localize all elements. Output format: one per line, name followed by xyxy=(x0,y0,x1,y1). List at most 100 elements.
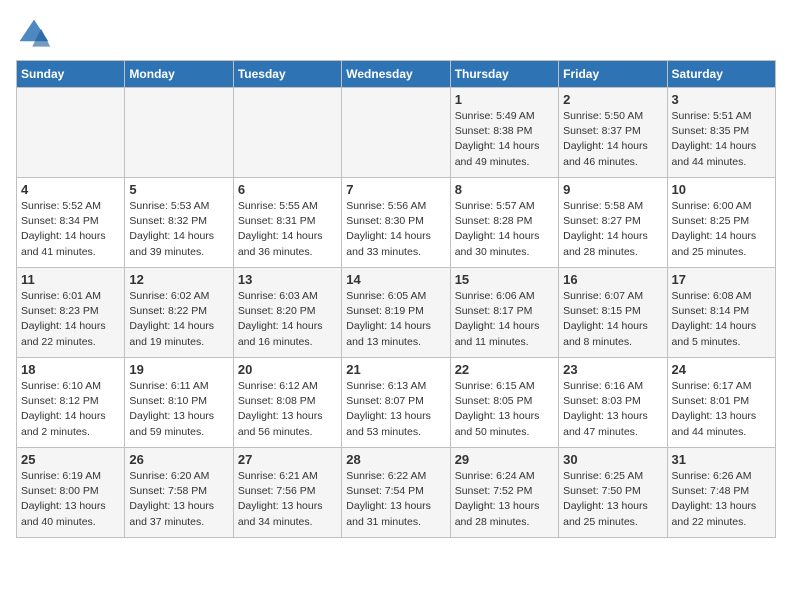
day-info: Sunrise: 6:25 AM Sunset: 7:50 PM Dayligh… xyxy=(563,469,662,530)
day-of-week-header: Wednesday xyxy=(342,61,450,88)
day-info: Sunrise: 5:51 AM Sunset: 8:35 PM Dayligh… xyxy=(672,109,771,170)
day-number: 13 xyxy=(238,272,337,287)
day-info: Sunrise: 6:17 AM Sunset: 8:01 PM Dayligh… xyxy=(672,379,771,440)
calendar-day-cell: 22Sunrise: 6:15 AM Sunset: 8:05 PM Dayli… xyxy=(450,358,558,448)
day-number: 22 xyxy=(455,362,554,377)
day-number: 21 xyxy=(346,362,445,377)
calendar-day-cell: 13 Sunrise: 6:03 AM Sunset: 8:20 PM Dayli… xyxy=(233,268,341,358)
day-info: Sunrise: 6:24 AM Sunset: 7:52 PM Dayligh… xyxy=(455,469,554,530)
calendar-day-cell: 20 Sunrise: 6:12 AM Sunset: 8:08 PM Dayli… xyxy=(233,358,341,448)
calendar-week-row: 18 Sunrise: 6:10 AM Sunset: 8:12 PM Dayli… xyxy=(17,358,776,448)
calendar-day-cell xyxy=(125,88,233,178)
day-info: Sunrise: 5:58 AM Sunset: 8:27 PM Dayligh… xyxy=(563,199,662,260)
day-info: Sunrise: 5:57 AM Sunset: 8:28 PM Dayligh… xyxy=(455,199,554,260)
day-info: Sunrise: 6:05 AM Sunset: 8:19 PM Dayligh… xyxy=(346,289,445,350)
calendar-week-row: 11 Sunrise: 6:01 AM Sunset: 8:23 PM Dayli… xyxy=(17,268,776,358)
calendar-day-cell: 30 Sunrise: 6:25 AM Sunset: 7:50 PM Dayli… xyxy=(559,448,667,538)
logo-icon xyxy=(16,16,52,52)
day-number: 28 xyxy=(346,452,445,467)
day-info: Sunrise: 6:10 AM Sunset: 8:12 PM Dayligh… xyxy=(21,379,120,440)
day-number: 20 xyxy=(238,362,337,377)
day-number: 9 xyxy=(563,182,662,197)
calendar-day-cell: 18 Sunrise: 6:10 AM Sunset: 8:12 PM Dayli… xyxy=(17,358,125,448)
day-info: Sunrise: 6:11 AM Sunset: 8:10 PM Dayligh… xyxy=(129,379,228,440)
calendar-day-cell: 10 Sunrise: 6:00 AM Sunset: 8:25 PM Dayli… xyxy=(667,178,775,268)
day-info: Sunrise: 6:20 AM Sunset: 7:58 PM Dayligh… xyxy=(129,469,228,530)
day-info: Sunrise: 6:21 AM Sunset: 7:56 PM Dayligh… xyxy=(238,469,337,530)
calendar-day-cell: 9 Sunrise: 5:58 AM Sunset: 8:27 PM Daylig… xyxy=(559,178,667,268)
day-info: Sunrise: 6:07 AM Sunset: 8:15 PM Dayligh… xyxy=(563,289,662,350)
calendar-day-cell xyxy=(342,88,450,178)
calendar-day-cell: 8 Sunrise: 5:57 AM Sunset: 8:28 PM Daylig… xyxy=(450,178,558,268)
calendar-table: SundayMondayTuesdayWednesdayThursdayFrid… xyxy=(16,60,776,538)
calendar-day-cell: 23 Sunrise: 6:16 AM Sunset: 8:03 PM Dayli… xyxy=(559,358,667,448)
calendar-day-cell xyxy=(233,88,341,178)
day-info: Sunrise: 6:03 AM Sunset: 8:20 PM Dayligh… xyxy=(238,289,337,350)
calendar-week-row: 25 Sunrise: 6:19 AM Sunset: 8:00 PM Dayli… xyxy=(17,448,776,538)
day-of-week-header: Thursday xyxy=(450,61,558,88)
calendar-day-cell: 17 Sunrise: 6:08 AM Sunset: 8:14 PM Dayli… xyxy=(667,268,775,358)
day-info: Sunrise: 6:00 AM Sunset: 8:25 PM Dayligh… xyxy=(672,199,771,260)
day-info: Sunrise: 6:19 AM Sunset: 8:00 PM Dayligh… xyxy=(21,469,120,530)
calendar-day-cell: 28 Sunrise: 6:22 AM Sunset: 7:54 PM Dayli… xyxy=(342,448,450,538)
day-number: 10 xyxy=(672,182,771,197)
calendar-day-cell: 31Sunrise: 6:26 AM Sunset: 7:48 PM Dayli… xyxy=(667,448,775,538)
calendar-week-row: 1Sunrise: 5:49 AM Sunset: 8:38 PM Daylig… xyxy=(17,88,776,178)
day-info: Sunrise: 6:06 AM Sunset: 8:17 PM Dayligh… xyxy=(455,289,554,350)
calendar-day-cell: 29 Sunrise: 6:24 AM Sunset: 7:52 PM Dayli… xyxy=(450,448,558,538)
day-of-week-header: Monday xyxy=(125,61,233,88)
day-number: 26 xyxy=(129,452,228,467)
day-number: 29 xyxy=(455,452,554,467)
calendar-day-cell xyxy=(17,88,125,178)
calendar-day-cell: 12Sunrise: 6:02 AM Sunset: 8:22 PM Dayli… xyxy=(125,268,233,358)
day-number: 11 xyxy=(21,272,120,287)
day-number: 3 xyxy=(672,92,771,107)
day-info: Sunrise: 6:22 AM Sunset: 7:54 PM Dayligh… xyxy=(346,469,445,530)
day-info: Sunrise: 6:16 AM Sunset: 8:03 PM Dayligh… xyxy=(563,379,662,440)
day-of-week-header: Friday xyxy=(559,61,667,88)
logo xyxy=(16,16,56,52)
day-number: 25 xyxy=(21,452,120,467)
calendar-day-cell: 25 Sunrise: 6:19 AM Sunset: 8:00 PM Dayli… xyxy=(17,448,125,538)
calendar-day-cell: 19 Sunrise: 6:11 AM Sunset: 8:10 PM Dayli… xyxy=(125,358,233,448)
day-info: Sunrise: 6:12 AM Sunset: 8:08 PM Dayligh… xyxy=(238,379,337,440)
day-number: 14 xyxy=(346,272,445,287)
day-number: 7 xyxy=(346,182,445,197)
calendar-day-cell: 6 Sunrise: 5:55 AM Sunset: 8:31 PM Daylig… xyxy=(233,178,341,268)
day-info: Sunrise: 5:52 AM Sunset: 8:34 PM Dayligh… xyxy=(21,199,120,260)
day-number: 23 xyxy=(563,362,662,377)
day-number: 8 xyxy=(455,182,554,197)
day-number: 5 xyxy=(129,182,228,197)
calendar-day-cell: 24Sunrise: 6:17 AM Sunset: 8:01 PM Dayli… xyxy=(667,358,775,448)
day-info: Sunrise: 6:08 AM Sunset: 8:14 PM Dayligh… xyxy=(672,289,771,350)
day-number: 19 xyxy=(129,362,228,377)
day-info: Sunrise: 6:01 AM Sunset: 8:23 PM Dayligh… xyxy=(21,289,120,350)
day-number: 15 xyxy=(455,272,554,287)
calendar-day-cell: 21 Sunrise: 6:13 AM Sunset: 8:07 PM Dayli… xyxy=(342,358,450,448)
calendar-day-cell: 27 Sunrise: 6:21 AM Sunset: 7:56 PM Dayli… xyxy=(233,448,341,538)
calendar-day-cell: 2Sunrise: 5:50 AM Sunset: 8:37 PM Daylig… xyxy=(559,88,667,178)
day-number: 4 xyxy=(21,182,120,197)
day-of-week-header: Saturday xyxy=(667,61,775,88)
day-of-week-header: Sunday xyxy=(17,61,125,88)
day-number: 27 xyxy=(238,452,337,467)
calendar-day-cell: 15 Sunrise: 6:06 AM Sunset: 8:17 PM Dayli… xyxy=(450,268,558,358)
day-number: 31 xyxy=(672,452,771,467)
calendar-header-row: SundayMondayTuesdayWednesdayThursdayFrid… xyxy=(17,61,776,88)
calendar-day-cell: 4 Sunrise: 5:52 AM Sunset: 8:34 PM Daylig… xyxy=(17,178,125,268)
day-number: 17 xyxy=(672,272,771,287)
day-number: 16 xyxy=(563,272,662,287)
calendar-day-cell: 7 Sunrise: 5:56 AM Sunset: 8:30 PM Daylig… xyxy=(342,178,450,268)
day-info: Sunrise: 5:53 AM Sunset: 8:32 PM Dayligh… xyxy=(129,199,228,260)
day-info: Sunrise: 5:55 AM Sunset: 8:31 PM Dayligh… xyxy=(238,199,337,260)
day-info: Sunrise: 6:13 AM Sunset: 8:07 PM Dayligh… xyxy=(346,379,445,440)
day-number: 18 xyxy=(21,362,120,377)
calendar-week-row: 4 Sunrise: 5:52 AM Sunset: 8:34 PM Daylig… xyxy=(17,178,776,268)
day-number: 6 xyxy=(238,182,337,197)
day-info: Sunrise: 5:50 AM Sunset: 8:37 PM Dayligh… xyxy=(563,109,662,170)
day-info: Sunrise: 6:02 AM Sunset: 8:22 PM Dayligh… xyxy=(129,289,228,350)
day-number: 30 xyxy=(563,452,662,467)
calendar-day-cell: 5 Sunrise: 5:53 AM Sunset: 8:32 PM Daylig… xyxy=(125,178,233,268)
calendar-body: 1Sunrise: 5:49 AM Sunset: 8:38 PM Daylig… xyxy=(17,88,776,538)
day-info: Sunrise: 5:56 AM Sunset: 8:30 PM Dayligh… xyxy=(346,199,445,260)
